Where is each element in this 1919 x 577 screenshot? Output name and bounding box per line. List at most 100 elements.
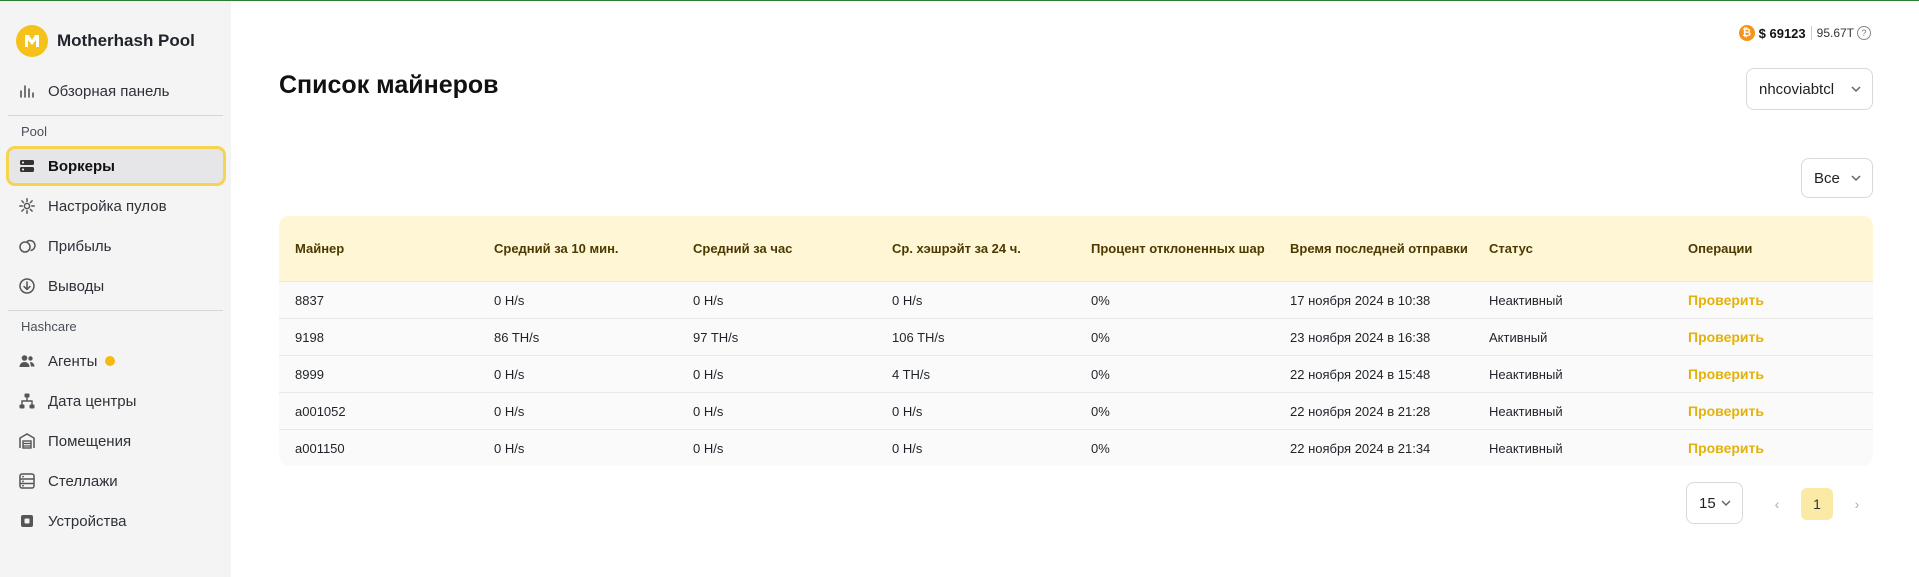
cell-last-submit: 23 ноября 2024 в 16:38 [1290,329,1431,345]
separator [1810,26,1812,40]
sidebar-item-label: Стеллажи [48,472,118,490]
column-header-status[interactable]: Статус [1473,237,1672,261]
account-select-value: nhcoviabtcl [1759,80,1835,98]
status-filter-select[interactable]: Все [1801,158,1873,198]
column-header-last-submit[interactable]: Время последней отправки [1274,237,1473,261]
check-link[interactable]: Проверить [1672,403,1873,419]
table-row[interactable]: 9198 86 TH/s 97 TH/s 106 TH/s 0% 23 нояб… [279,318,1873,355]
sidebar-item-label: Дата центры [48,392,137,410]
sidebar-item-label: Устройства [48,512,127,530]
cell-avg-hour: 97 TH/s [693,329,739,345]
cell-avg-10min: 0 H/s [494,403,525,419]
cell-avg-hour: 0 H/s [693,292,724,308]
cell-avg-10min: 0 H/s [494,292,525,308]
page-1-button[interactable]: 1 [1801,488,1833,520]
sidebar-item-withdrawals[interactable]: Выводы [6,266,226,306]
cell-last-submit: 22 ноября 2024 в 21:34 [1290,440,1431,456]
cell-avg-10min: 86 TH/s [494,329,540,345]
bitcoin-icon: ₿ [1738,25,1755,41]
check-link[interactable]: Проверить [1672,292,1873,308]
sidebar-item-data-centers[interactable]: Дата центры [6,381,226,421]
sidebar-item-workers[interactable]: Воркеры [6,146,226,186]
page-title: Список майнеров [279,71,499,99]
cell-reject-rate: 0% [1091,403,1110,419]
cell-status: Активный [1489,329,1548,345]
cell-miner: 8999 [295,366,324,382]
sidebar-item-agents[interactable]: Агенты [6,341,226,381]
sidebar-item-profit[interactable]: Прибыль [6,226,226,266]
chevron-down-icon [1851,86,1861,93]
cell-status: Неактивный [1489,403,1563,419]
server-icon [20,160,34,172]
cell-miner: a001052 [295,403,346,419]
table-row[interactable]: 8837 0 H/s 0 H/s 0 H/s 0% 17 ноября 2024… [279,281,1873,318]
chevron-down-icon [1851,175,1861,182]
cell-status: Неактивный [1489,366,1563,382]
brand-name: Motherhash Pool [57,31,195,50]
column-header-avg-24h[interactable]: Ср. хэшрэйт за 24 ч. [876,237,1075,261]
table-row[interactable]: 8999 0 H/s 0 H/s 4 TH/s 0% 22 ноября 202… [279,355,1873,392]
cell-avg-hour: 0 H/s [693,366,724,382]
table-header: Майнер Средний за 10 мин. Средний за час… [279,216,1873,281]
sidebar-item-rooms[interactable]: Помещения [6,421,226,461]
cell-avg-hour: 0 H/s [693,403,724,419]
cell-status: Неактивный [1489,440,1563,456]
brand[interactable]: Motherhash Pool [16,25,195,57]
sidebar-item-label: Помещения [48,432,132,450]
account-select[interactable]: nhcoviabtcl [1746,68,1873,110]
sidebar-item-label: Прибыль [48,237,112,255]
next-page-button[interactable]: › [1841,488,1873,520]
divider [8,115,223,116]
cell-last-submit: 22 ноября 2024 в 21:28 [1290,403,1431,419]
prev-page-button[interactable]: ‹ [1761,488,1793,520]
sidebar-item-label: Настройка пулов [48,197,167,215]
check-link[interactable]: Проверить [1672,366,1873,382]
page-size-select[interactable]: 15 [1686,482,1743,524]
table-row[interactable]: a001150 0 H/s 0 H/s 0 H/s 0% 22 ноября 2… [279,429,1873,466]
cell-reject-rate: 0% [1091,440,1110,456]
column-header-avg-10min[interactable]: Средний за 10 мин. [478,237,677,261]
table-row[interactable]: a001052 0 H/s 0 H/s 0 H/s 0% 22 ноября 2… [279,392,1873,429]
btc-price: $ 69123 [1758,25,1806,41]
column-header-avg-hour[interactable]: Средний за час [677,237,876,261]
coins-icon [19,239,36,253]
column-header-actions: Операции [1688,240,1753,256]
cell-last-submit: 22 ноября 2024 в 15:48 [1290,366,1431,382]
check-link[interactable]: Проверить [1672,440,1873,456]
rack-icon [19,473,35,489]
users-icon [19,355,35,367]
cell-miner: 8837 [295,292,324,308]
cell-avg-24h: 0 H/s [892,292,923,308]
gear-icon [19,198,35,214]
help-icon[interactable]: ? [1857,26,1871,40]
sidebar-item-label: Выводы [48,277,105,295]
cell-miner: a001150 [295,440,345,456]
sidebar: Motherhash Pool Обзорная панель Pool Вор… [0,1,231,577]
sidebar-item-label: Агенты [48,352,98,370]
hierarchy-icon [19,393,35,409]
status-filter-value: Все [1814,169,1840,187]
sidebar-item-racks[interactable]: Стеллажи [6,461,226,501]
network-hashrate: 95.67T [1816,26,1854,40]
sidebar-item-pool-settings[interactable]: Настройка пулов [6,186,226,226]
pagination: ‹ 1 › [1761,488,1873,520]
bar-chart-icon [20,85,34,98]
download-circle-icon [19,278,35,294]
cell-avg-10min: 0 H/s [494,366,525,382]
column-header-reject-rate[interactable]: Процент отклоненных шар [1075,237,1274,261]
sidebar-item-label: Обзорная панель [48,82,170,100]
column-header-miner[interactable]: Майнер [279,237,478,261]
sidebar-item-dashboard[interactable]: Обзорная панель [6,71,226,111]
check-link[interactable]: Проверить [1672,329,1873,345]
cell-last-submit: 17 ноября 2024 в 10:38 [1290,292,1431,308]
sidebar-item-label: Воркеры [48,157,115,175]
cell-reject-rate: 0% [1091,366,1110,382]
cell-miner: 9198 [295,329,324,345]
btc-info: ₿ $ 69123 95.67T ? [1738,25,1871,41]
sidebar-item-devices[interactable]: Устройства [6,501,226,541]
cell-avg-10min: 0 H/s [494,440,525,456]
page-size-value: 15 [1699,494,1716,512]
chip-icon [21,515,33,527]
chevron-down-icon [1721,500,1731,507]
notification-badge [105,356,116,366]
